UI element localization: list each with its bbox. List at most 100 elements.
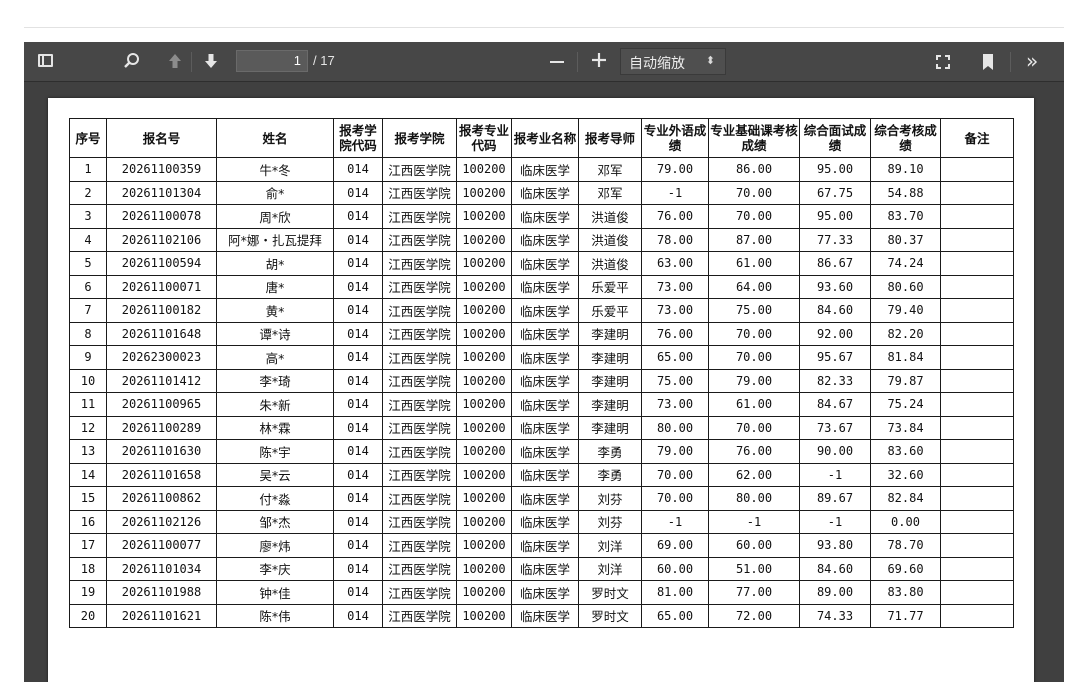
cell-overall-score: 79.87 (870, 368, 941, 393)
cell-major-code: 100200 (456, 204, 512, 229)
cell-college-code: 014 (333, 439, 383, 464)
cell-name: 俞* (216, 180, 334, 205)
cell-college-code: 014 (333, 509, 383, 534)
cell-college-code: 014 (333, 321, 383, 346)
toolbar-separator (1010, 52, 1011, 72)
more-tools-icon[interactable]: » (1026, 49, 1054, 73)
cell-major-code: 100200 (456, 251, 512, 276)
cell-name: 周*欣 (216, 204, 334, 229)
cell-basic-course-score: 70.00 (708, 321, 800, 346)
table-row: 20 20261101621 陈*伟 014 江西医学院 100200 临床医学 罗时文 65.… (69, 603, 1014, 628)
table-row: 12 20261100289 林*霖 014 江西医学院 100200 临床医学 李建明 80.… (69, 415, 1014, 440)
cell-index: 8 (69, 321, 107, 346)
cell-remarks (940, 227, 1014, 252)
toolbar-separator (191, 52, 192, 72)
cell-overall-score: 82.20 (870, 321, 941, 346)
cell-interview-score: 84.60 (799, 556, 871, 581)
cell-foreign-language-score: 60.00 (641, 556, 709, 581)
table-row: 9 20262300023 高* 014 江西医学院 100200 临床医学 李建明 65.00… (69, 345, 1014, 370)
cell-foreign-language-score: 78.00 (641, 227, 709, 252)
cell-major-name: 临床医学 (511, 251, 579, 276)
cell-remarks (940, 533, 1014, 558)
cell-basic-course-score: -1 (708, 509, 800, 534)
cell-major-name: 临床医学 (511, 509, 579, 534)
cell-major-code: 100200 (456, 603, 512, 628)
cell-overall-score: 78.70 (870, 533, 941, 558)
cell-remarks (940, 509, 1014, 534)
cell-basic-course-score: 60.00 (708, 533, 800, 558)
cell-foreign-language-score: -1 (641, 180, 709, 205)
cell-index: 2 (69, 180, 107, 205)
cell-foreign-language-score: 81.00 (641, 580, 709, 605)
cell-college: 江西医学院 (382, 298, 457, 323)
cell-index: 6 (69, 274, 107, 299)
cell-college: 江西医学院 (382, 227, 457, 252)
cell-interview-score: 95.67 (799, 345, 871, 370)
cell-index: 9 (69, 345, 107, 370)
cell-college-code: 014 (333, 251, 383, 276)
pdf-viewer: 1 / 17 自动缩放 ⬍ » 序号 报名号 姓名 报考学院代码 报考学院 报考… (24, 42, 1064, 682)
cell-interview-score: 95.00 (799, 157, 871, 182)
header-basic-course-score: 专业基础课考核成绩 (708, 118, 800, 158)
cell-college: 江西医学院 (382, 556, 457, 581)
table-header-row: 序号 报名号 姓名 报考学院代码 报考学院 报考专业代码 报考业名称 报考导师 … (69, 118, 1014, 158)
cell-major-code: 100200 (456, 486, 512, 511)
presentation-mode-icon[interactable] (932, 51, 954, 73)
cell-major-name: 临床医学 (511, 227, 579, 252)
previous-page-icon[interactable] (164, 50, 186, 72)
next-page-icon[interactable] (200, 50, 222, 72)
score-table: 序号 报名号 姓名 报考学院代码 报考学院 报考专业代码 报考业名称 报考导师 … (69, 118, 1014, 628)
cell-college-code: 014 (333, 462, 383, 487)
cell-foreign-language-score: -1 (641, 509, 709, 534)
cell-remarks (940, 274, 1014, 299)
cell-remarks (940, 392, 1014, 417)
table-row: 11 20261100965 朱*新 014 江西医学院 100200 临床医学 李建明 73.… (69, 392, 1014, 417)
cell-college: 江西医学院 (382, 439, 457, 464)
cell-registration-number: 20261100359 (106, 157, 217, 182)
bookmark-icon[interactable] (977, 51, 999, 73)
table-row: 10 20261101412 李*琦 014 江西医学院 100200 临床医学 李建明 75.… (69, 368, 1014, 393)
table-row: 3 20261100078 周*欣 014 江西医学院 100200 临床医学 洪道俊 76.0… (69, 204, 1014, 229)
cell-college-code: 014 (333, 157, 383, 182)
table-row: 14 20261101658 吴*云 014 江西医学院 100200 临床医学 李勇 70.0… (69, 462, 1014, 487)
cell-major-code: 100200 (456, 274, 512, 299)
cell-index: 7 (69, 298, 107, 323)
sidebar-toggle-icon[interactable] (38, 54, 53, 67)
zoom-select[interactable]: 自动缩放 ⬍ (620, 48, 726, 75)
cell-registration-number: 20261100182 (106, 298, 217, 323)
cell-basic-course-score: 77.00 (708, 580, 800, 605)
header-major-code: 报考专业代码 (456, 118, 512, 158)
cell-overall-score: 82.84 (870, 486, 941, 511)
cell-college: 江西医学院 (382, 462, 457, 487)
cell-major-name: 临床医学 (511, 580, 579, 605)
cell-index: 13 (69, 439, 107, 464)
header-registration-number: 报名号 (106, 118, 217, 158)
cell-college-code: 014 (333, 204, 383, 229)
cell-remarks (940, 415, 1014, 440)
cell-foreign-language-score: 65.00 (641, 603, 709, 628)
cell-index: 10 (69, 368, 107, 393)
cell-interview-score: 90.00 (799, 439, 871, 464)
cell-name: 付*淼 (216, 486, 334, 511)
page-number-input[interactable]: 1 (236, 50, 308, 72)
cell-supervisor: 李勇 (578, 462, 642, 487)
zoom-out-icon[interactable] (550, 61, 564, 63)
page-top-divider (24, 27, 1064, 28)
cell-major-name: 临床医学 (511, 556, 579, 581)
cell-major-code: 100200 (456, 345, 512, 370)
cell-foreign-language-score: 80.00 (641, 415, 709, 440)
cell-major-name: 临床医学 (511, 603, 579, 628)
cell-major-code: 100200 (456, 180, 512, 205)
cell-college: 江西医学院 (382, 157, 457, 182)
cell-college-code: 014 (333, 415, 383, 440)
cell-interview-score: -1 (799, 462, 871, 487)
cell-major-name: 临床医学 (511, 368, 579, 393)
cell-college-code: 014 (333, 345, 383, 370)
search-icon[interactable] (121, 50, 143, 72)
table-row: 19 20261101988 钟*佳 014 江西医学院 100200 临床医学 罗时文 81.… (69, 580, 1014, 605)
cell-name: 钟*佳 (216, 580, 334, 605)
cell-overall-score: 80.60 (870, 274, 941, 299)
zoom-in-icon[interactable] (588, 49, 610, 71)
cell-remarks (940, 321, 1014, 346)
cell-registration-number: 20261100077 (106, 533, 217, 558)
